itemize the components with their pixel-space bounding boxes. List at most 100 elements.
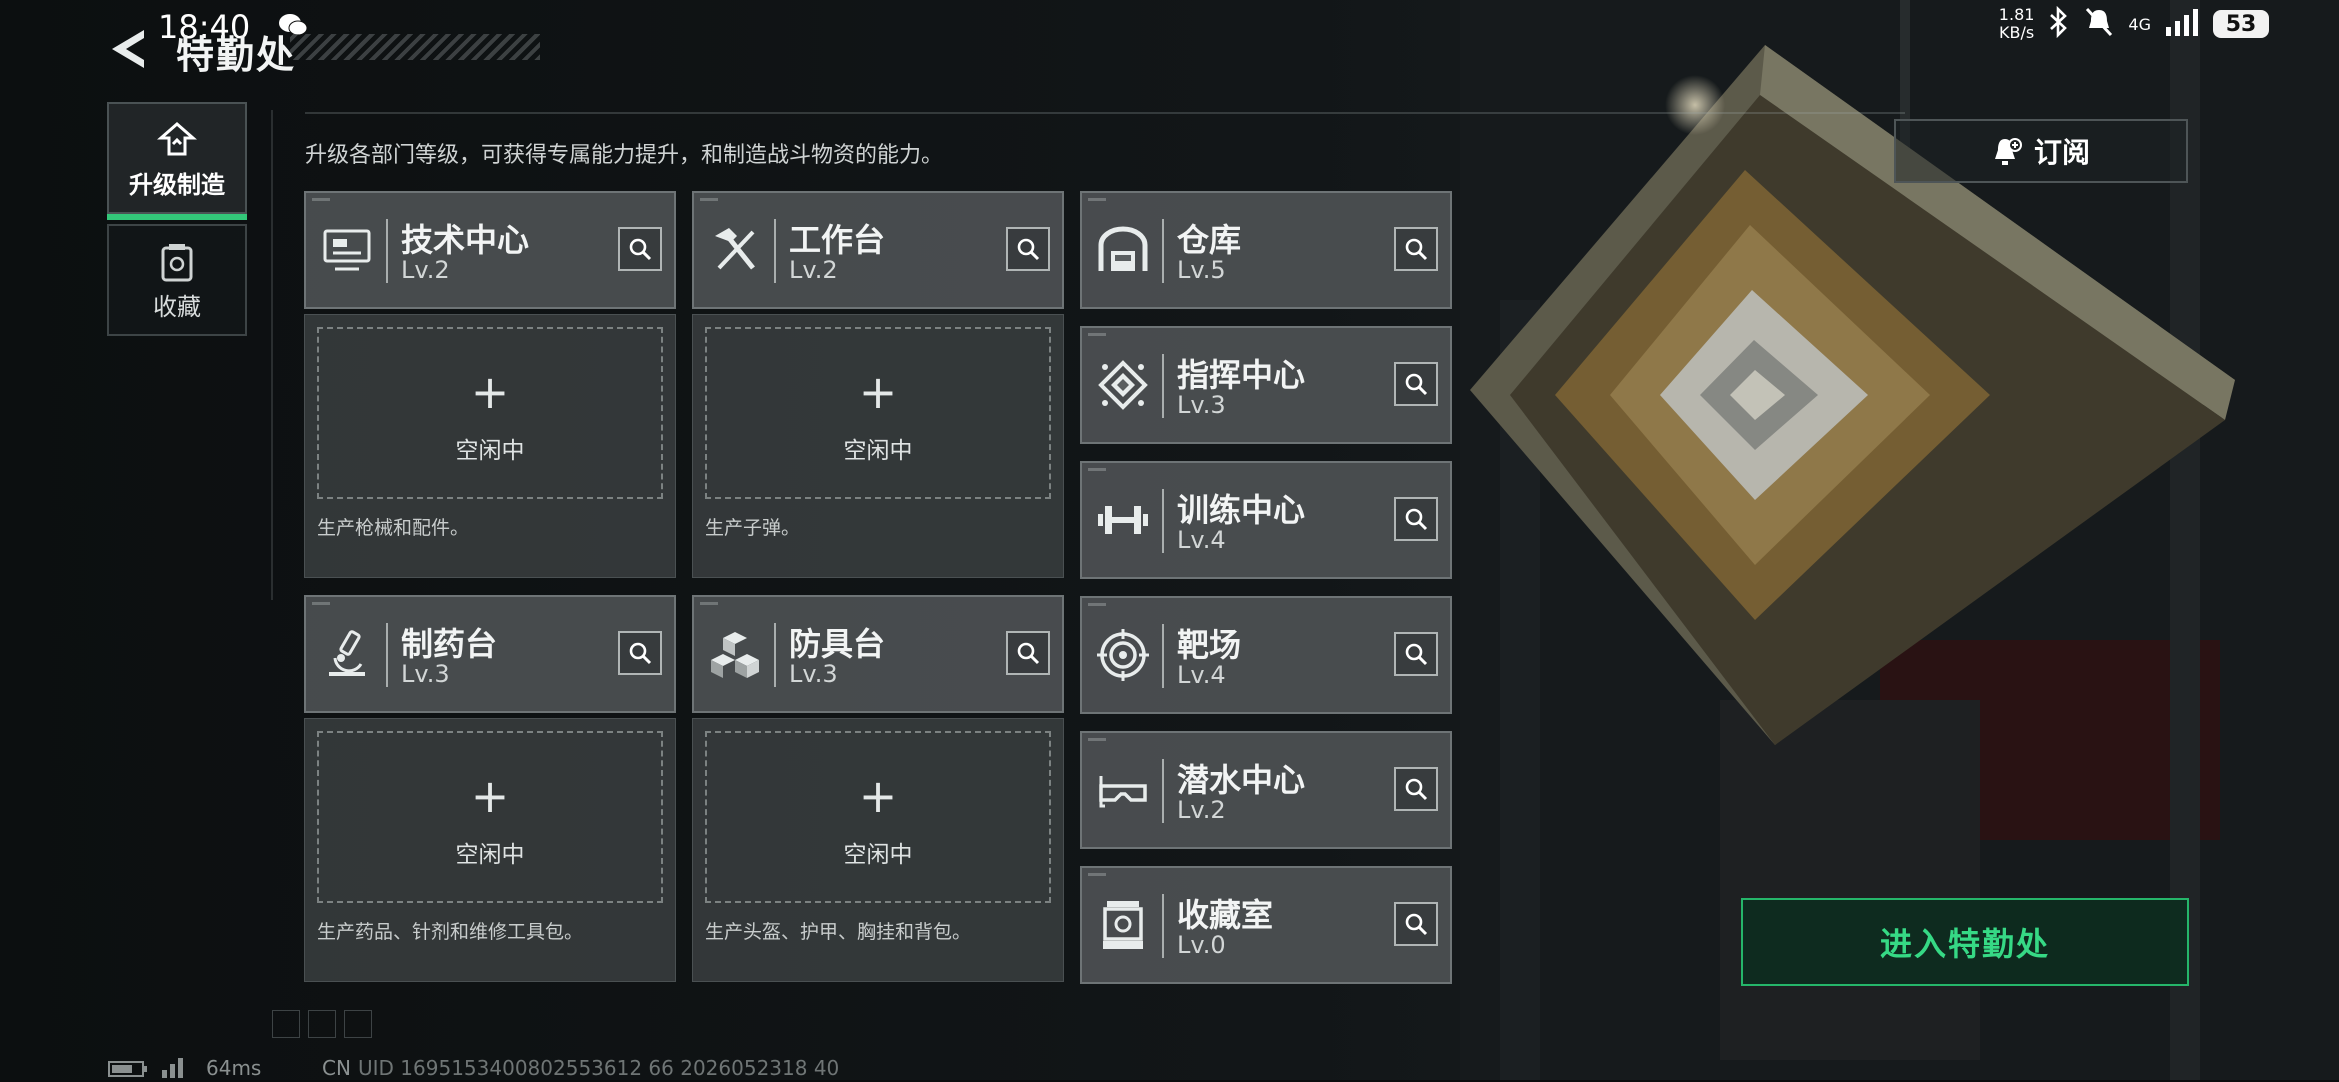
command-emblem-icon: [1094, 356, 1152, 414]
idle-status: 空闲中: [843, 438, 913, 464]
computer-icon: [318, 221, 376, 279]
mute-icon: [2084, 6, 2114, 42]
add-icon: +: [470, 769, 510, 823]
collection-icon: [109, 242, 245, 284]
diving-mask-icon: [1094, 761, 1152, 819]
frame-divider: [305, 112, 1905, 114]
department-level: Lv.2: [789, 256, 838, 284]
card-separator: [774, 623, 776, 687]
department-name: 防具台: [789, 625, 886, 663]
page-title: 特勤处: [176, 33, 297, 77]
region-code: CN: [322, 1056, 351, 1080]
department-card-shooting-range[interactable]: 靶场 Lv.4: [1080, 596, 1452, 714]
card-corner-mark: [1088, 738, 1106, 741]
card-separator: [1162, 489, 1164, 553]
department-description: 生产头盔、护甲、胸挂和背包。: [705, 921, 972, 943]
search-icon[interactable]: [1006, 227, 1050, 271]
display-case-icon: [1094, 896, 1152, 954]
department-level: Lv.0: [1177, 931, 1226, 959]
department-level: Lv.4: [1177, 526, 1226, 554]
idle-status: 空闲中: [455, 842, 525, 868]
target-icon: [1094, 626, 1152, 684]
frame-divider: [271, 110, 273, 600]
search-icon[interactable]: [1394, 362, 1438, 406]
production-slot-pharmacy[interactable]: + 空闲中 生产药品、针剂和维修工具包。: [304, 718, 676, 982]
sidebar-item-collection[interactable]: 收藏: [107, 224, 247, 336]
search-icon[interactable]: [618, 631, 662, 675]
microscope-icon: [318, 625, 376, 683]
add-icon: +: [470, 365, 510, 419]
idle-status: 空闲中: [455, 438, 525, 464]
enter-label: 进入特勤处: [1879, 925, 2050, 963]
battery-icon: 53: [2213, 10, 2269, 38]
card-corner-mark: [1088, 873, 1106, 876]
department-card-training-center[interactable]: 训练中心 Lv.4: [1080, 461, 1452, 579]
bluetooth-icon: [2048, 5, 2070, 42]
idle-slot-frame: + 空闲中: [317, 731, 663, 903]
department-description: 生产枪械和配件。: [317, 517, 470, 539]
department-level: Lv.2: [1177, 796, 1226, 824]
network-speed: 1.81 KB/s: [1999, 6, 2035, 42]
signal-small-icon: [160, 1054, 192, 1082]
department-level: Lv.3: [401, 660, 450, 688]
sidebar-item-label: 收藏: [153, 293, 201, 321]
card-separator: [1162, 354, 1164, 418]
department-description: 生产药品、针剂和维修工具包。: [317, 921, 584, 943]
cubes-icon: [706, 625, 764, 683]
search-icon[interactable]: [1394, 902, 1438, 946]
hammer-icon: [706, 221, 764, 279]
department-card-command-center[interactable]: 指挥中心 Lv.3: [1080, 326, 1452, 444]
department-level: Lv.5: [1177, 256, 1226, 284]
title-decoration: [290, 34, 540, 60]
production-slot-tech-center[interactable]: + 空闲中 生产枪械和配件。: [304, 314, 676, 578]
department-description: 生产子弹。: [705, 517, 801, 539]
subscribe-button[interactable]: 订阅: [1894, 119, 2188, 183]
department-name: 仓库: [1177, 221, 1242, 259]
department-name: 技术中心: [401, 221, 530, 259]
card-separator: [1162, 894, 1164, 958]
ping-value: 64ms: [206, 1056, 262, 1080]
department-level: Lv.4: [1177, 661, 1226, 689]
department-level: Lv.3: [1177, 391, 1226, 419]
search-icon[interactable]: [618, 227, 662, 271]
back-arrow-icon[interactable]: [106, 26, 150, 76]
card-corner-mark: [1088, 198, 1106, 201]
card-corner-mark: [1088, 468, 1106, 471]
card-separator: [1162, 624, 1164, 688]
department-card-warehouse[interactable]: 仓库 Lv.5: [1080, 191, 1452, 309]
department-name: 指挥中心: [1177, 356, 1306, 394]
search-icon[interactable]: [1394, 767, 1438, 811]
card-separator: [1162, 759, 1164, 823]
search-icon[interactable]: [1394, 227, 1438, 271]
department-card-tech-center[interactable]: 技术中心 Lv.2: [304, 191, 676, 309]
department-card-armor-bench[interactable]: 防具台 Lv.3: [692, 595, 1064, 713]
production-slot-armor-bench[interactable]: + 空闲中 生产头盔、护甲、胸挂和背包。: [692, 718, 1064, 982]
card-corner-mark: [312, 602, 330, 605]
department-card-collection-room[interactable]: 收藏室 Lv.0: [1080, 866, 1452, 984]
card-separator: [774, 219, 776, 283]
signal-icon: [2165, 7, 2199, 41]
subscribe-label: 订阅: [2033, 136, 2090, 169]
card-separator: [386, 219, 388, 283]
department-card-workbench[interactable]: 工作台 Lv.2: [692, 191, 1064, 309]
sidebar-item-upgrade[interactable]: 升级制造: [107, 102, 247, 220]
department-card-pharmacy[interactable]: 制药台 Lv.3: [304, 595, 676, 713]
production-slot-workbench[interactable]: + 空闲中 生产子弹。: [692, 314, 1064, 578]
department-name: 工作台: [789, 221, 886, 259]
footer-decoration: [272, 1010, 372, 1038]
search-icon[interactable]: [1006, 631, 1050, 675]
page-subtitle: 升级各部门等级，可获得专属能力提升，和制造战斗物资的能力。: [305, 143, 944, 168]
user-id: UID 1695153400802553612 66 2026052318 40: [358, 1056, 840, 1080]
enter-special-ops-button[interactable]: 进入特勤处: [1741, 898, 2189, 986]
speed-unit: KB/s: [1999, 23, 2035, 42]
battery-small-icon: [108, 1060, 148, 1082]
add-icon: +: [858, 769, 898, 823]
card-separator: [1162, 219, 1164, 283]
search-icon[interactable]: [1394, 632, 1438, 676]
department-card-diving-center[interactable]: 潜水中心 Lv.2: [1080, 731, 1452, 849]
department-level: Lv.2: [401, 256, 450, 284]
search-icon[interactable]: [1394, 497, 1438, 541]
department-name: 训练中心: [1177, 491, 1306, 529]
idle-slot-frame: + 空闲中: [705, 327, 1051, 499]
sidebar-item-label: 升级制造: [129, 171, 225, 199]
